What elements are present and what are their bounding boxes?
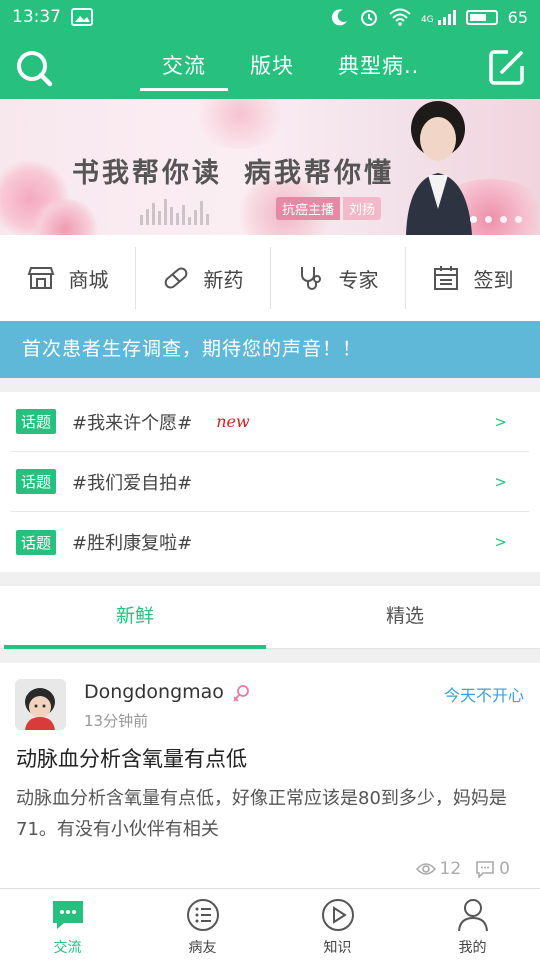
avatar-image xyxy=(15,679,66,730)
banner-slogan-2: 病我帮你懂 xyxy=(244,158,394,189)
banner-slogan: 书我帮你读 病我帮你懂 xyxy=(72,151,416,190)
view-count-value: 12 xyxy=(439,859,462,879)
host-tag-label: 抗癌主播 xyxy=(276,197,341,220)
calendar-icon xyxy=(433,266,458,290)
stethoscope-icon xyxy=(300,267,321,290)
topic-list: 话题 #我来许个愿# new > 话题 #我们爱自拍# > 话题 #胜利康复啦#… xyxy=(0,392,540,572)
signal-icon: 4G xyxy=(421,9,456,25)
comment-icon xyxy=(476,861,494,878)
chat-icon xyxy=(52,901,83,929)
feed-tabs: 新鲜 精选 xyxy=(0,586,540,649)
gallery-icon xyxy=(71,8,93,26)
female-icon xyxy=(233,685,249,702)
host-tag: 抗癌主播 刘扬 xyxy=(276,197,382,220)
audio-wave xyxy=(140,199,209,225)
comment-count-value: 0 xyxy=(499,859,510,879)
topic-title: #胜利康复啦# xyxy=(72,533,193,554)
status-bar: 13:37 4G 65 xyxy=(0,0,540,34)
quick-item-experts[interactable]: 专家 xyxy=(270,235,405,321)
topic-title: #我们爱自拍# xyxy=(72,472,193,494)
quick-item-store[interactable]: 商城 xyxy=(0,235,135,321)
quick-item-label: 签到 xyxy=(473,267,514,292)
battery-icon xyxy=(465,9,498,25)
tab-exchange[interactable]: 交流 xyxy=(140,34,228,99)
nav-label: 知识 xyxy=(323,940,352,956)
chevron-right-icon: > xyxy=(494,533,507,551)
post-time: 13分钟前 xyxy=(84,712,149,730)
battery-level: 65 xyxy=(507,7,528,27)
chevron-right-icon: > xyxy=(494,412,507,431)
nav-knowledge[interactable]: 知识 xyxy=(270,889,405,960)
banner-slogan-1: 书我帮你读 xyxy=(72,158,222,189)
topic-item[interactable]: 话题 #我们爱自拍# > xyxy=(11,452,529,512)
post-title[interactable]: 动脉血分析含氧量有点低 xyxy=(16,743,247,773)
tab-sections[interactable]: 版块 xyxy=(228,34,316,99)
topic-badge: 话题 xyxy=(16,529,57,555)
alarm-icon xyxy=(360,10,377,26)
topic-badge: 话题 xyxy=(16,469,57,494)
top-tabs: 交流 版块 典型病.. xyxy=(140,34,441,99)
new-badge: new xyxy=(216,412,250,431)
wifi-icon xyxy=(389,8,411,26)
quick-item-checkin[interactable]: 签到 xyxy=(405,235,540,321)
topic-item[interactable]: 话题 #胜利康复啦# > xyxy=(11,512,529,572)
topic-title: #我来许个愿# xyxy=(72,412,193,434)
top-nav: 交流 版块 典型病.. xyxy=(0,34,540,99)
chevron-right-icon: > xyxy=(494,472,507,491)
nav-label: 我的 xyxy=(458,940,487,956)
bottom-nav: 交流 病友 知识 我的 xyxy=(0,888,540,960)
quick-item-label: 新药 xyxy=(203,267,244,292)
post-author[interactable]: Dongdongmao xyxy=(84,681,224,703)
store-icon xyxy=(27,267,54,289)
nav-exchange[interactable]: 交流 xyxy=(0,889,135,960)
nav-label: 交流 xyxy=(53,940,82,956)
nav-patients[interactable]: 病友 xyxy=(135,889,270,960)
post-mood[interactable]: 今天不开心 xyxy=(444,682,524,706)
nav-label: 病友 xyxy=(188,940,217,956)
person-icon xyxy=(457,899,488,932)
list-icon xyxy=(186,899,219,931)
tab-typical-cases[interactable]: 典型病.. xyxy=(316,34,441,99)
survey-notice[interactable]: 首次患者生存调查，期待您的声音！！ xyxy=(0,321,540,378)
quick-item-label: 商城 xyxy=(68,267,109,292)
moon-icon xyxy=(331,9,347,26)
quick-item-label: 专家 xyxy=(338,267,379,292)
nav-profile[interactable]: 我的 xyxy=(405,889,540,960)
compose-icon[interactable] xyxy=(488,48,526,86)
comment-count[interactable]: 0 xyxy=(475,859,510,879)
play-icon xyxy=(321,899,354,931)
tab-featured[interactable]: 精选 xyxy=(270,586,540,648)
topic-badge: 话题 xyxy=(16,409,57,434)
pill-icon xyxy=(164,267,187,289)
view-count: 12 xyxy=(415,859,462,879)
network-type: 4G xyxy=(420,15,434,25)
status-time: 13:37 xyxy=(12,7,61,27)
search-icon[interactable] xyxy=(14,48,54,88)
eye-icon xyxy=(415,863,436,875)
promo-banner[interactable]: 书我帮你读 病我帮你懂 抗癌主播 刘扬 xyxy=(0,99,540,235)
host-name: 刘扬 xyxy=(343,197,382,220)
carousel-dots xyxy=(470,216,522,223)
quick-menu: 商城 新药 专家 签到 xyxy=(0,235,540,321)
post-body[interactable]: 动脉血分析含氧量有点低，好像正常应该是80到多少，妈妈是71。有没有小伙伴有相关 xyxy=(16,783,524,845)
post-stats: 12 0 xyxy=(415,859,510,879)
topic-item[interactable]: 话题 #我来许个愿# new > xyxy=(11,392,529,452)
quick-item-new-drugs[interactable]: 新药 xyxy=(135,235,270,321)
post-card[interactable]: Dongdongmao 13分钟前 今天不开心 动脉血分析含氧量有点低 动脉血分… xyxy=(0,663,540,888)
tab-fresh[interactable]: 新鲜 xyxy=(0,586,270,649)
avatar[interactable] xyxy=(15,679,66,730)
